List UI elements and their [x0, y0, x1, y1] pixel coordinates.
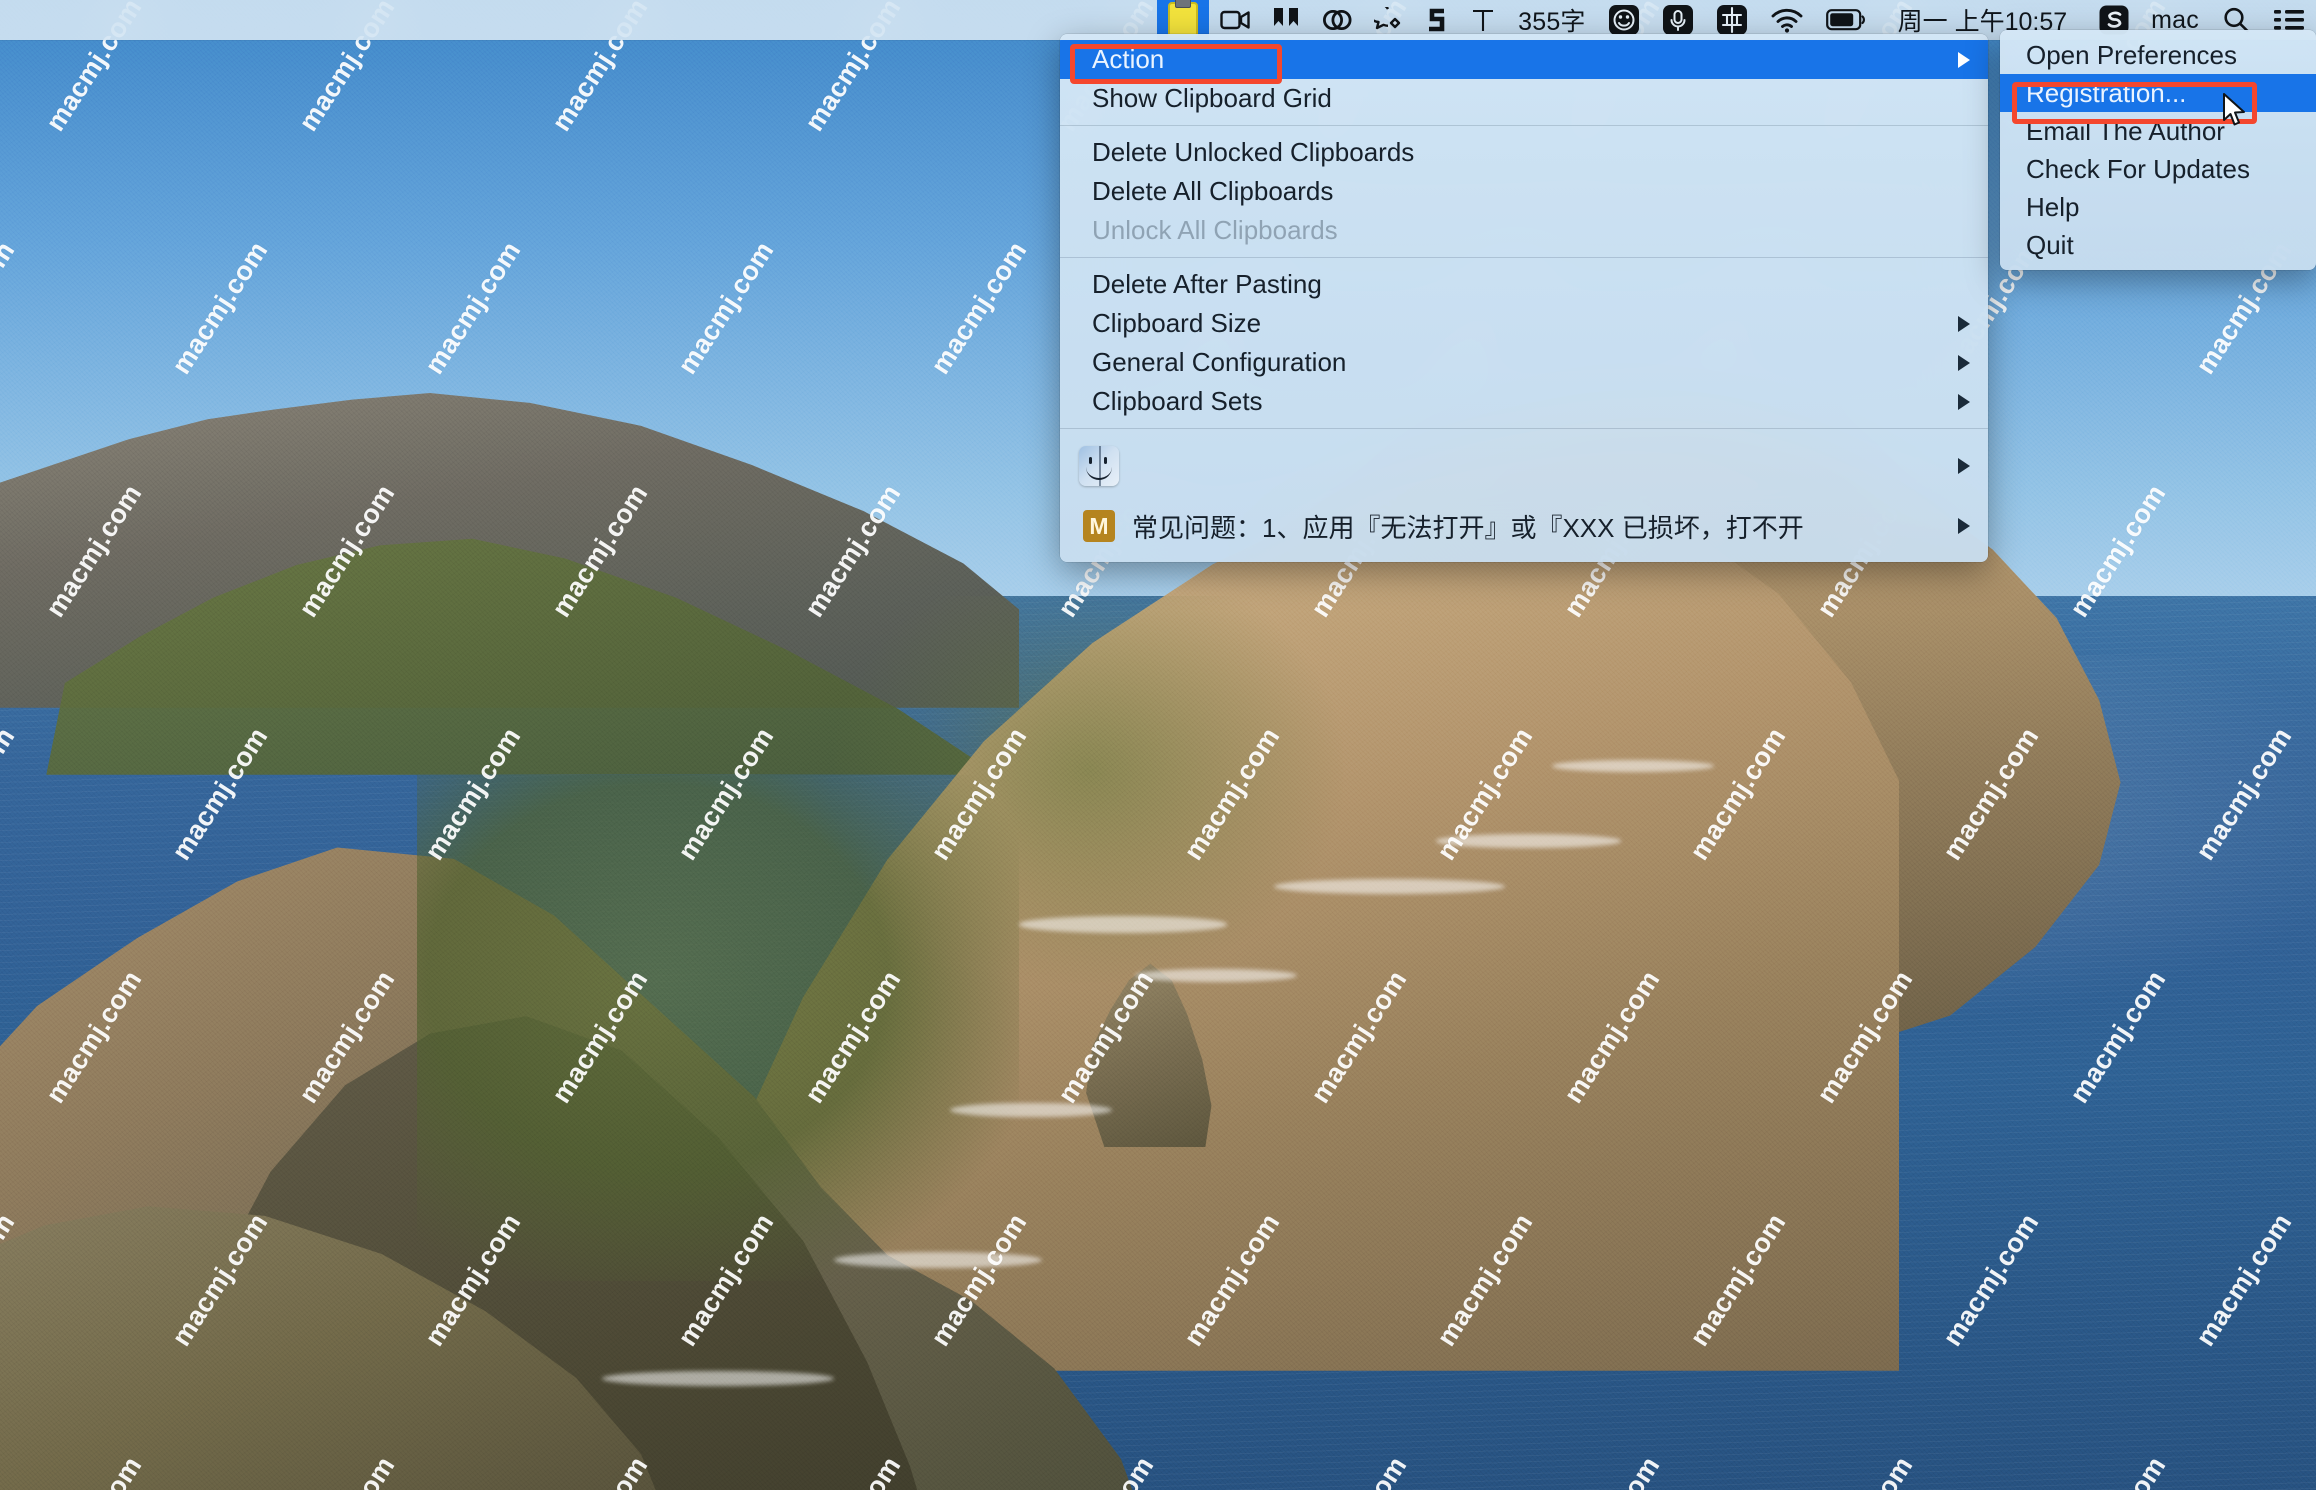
submenu-item[interactable]: Quit: [2000, 226, 2316, 264]
menu-item-label: Clipboard Size: [1092, 308, 1262, 338]
menu-item[interactable]: Clipboard Sets: [1060, 382, 1988, 421]
wallpaper-foam-2: [1134, 968, 1297, 982]
wallpaper-foam-8: [1551, 759, 1714, 772]
chevron-right-icon: [1958, 51, 1970, 68]
submenu-item[interactable]: Email The Author: [2000, 112, 2316, 150]
action-submenu: Open Preferences Registration... Email The…: [2000, 30, 2316, 270]
menu-item[interactable]: Delete After Pasting: [1060, 265, 1988, 304]
screen-record-icon: [1220, 10, 1250, 30]
macmj-m-icon: M: [1076, 509, 1122, 543]
wallpaper-foam-6: [833, 1251, 1043, 1268]
submenu-item-label: Email The Author: [2026, 115, 2225, 146]
battery-icon: [1825, 9, 1865, 31]
wallpaper-foam-7: [602, 1370, 834, 1386]
menu-item-label: Delete Unlocked Clipboards: [1092, 137, 1415, 167]
chevron-right-icon: [1958, 518, 1970, 534]
submenu-item-label: Help: [2026, 191, 2080, 222]
submenu-item[interactable]: Help: [2000, 188, 2316, 226]
submenu-item-label: Registration...: [2026, 77, 2187, 108]
menu-item[interactable]: Action: [1060, 40, 1988, 79]
submenu-item[interactable]: Check For Updates: [2000, 150, 2316, 188]
menu-item-label: Delete All Clipboards: [1092, 176, 1334, 206]
chevron-right-icon: [1958, 354, 1970, 371]
menu-separator: [1060, 257, 1988, 258]
menu-item: Unlock All Clipboards: [1060, 211, 1988, 250]
text-tool-icon: [1473, 9, 1494, 31]
menu-item-label: Show Clipboard Grid: [1092, 83, 1332, 113]
menu-separator: [1060, 428, 1988, 429]
chevron-right-icon: [1958, 458, 1970, 474]
menu-item-label: Unlock All Clipboards: [1092, 215, 1338, 245]
creative-cloud-icon: [1323, 9, 1352, 31]
desktop-root: macmj.com macmj.com macmj.com macmj.com macm…: [0, 0, 2316, 1490]
menu-item[interactable]: Delete All Clipboards: [1060, 172, 1988, 211]
wallpaper-foam-3: [1273, 879, 1506, 894]
menu-item[interactable]: General Configuration: [1060, 343, 1988, 382]
menu-item-label: Action: [1092, 44, 1165, 74]
bookmark-split-icon: [1274, 8, 1299, 26]
menu-item[interactable]: Clipboard Size: [1060, 304, 1988, 343]
emoji-icon: [1608, 5, 1639, 35]
mouse-cursor: [2223, 93, 2245, 126]
chat-bubble-icon: [1374, 7, 1401, 30]
finder-icon: [1076, 446, 1122, 486]
menu-item[interactable]: Delete Unlocked Clipboards: [1060, 133, 1988, 172]
submenu-item-label: Open Preferences: [2026, 39, 2238, 70]
word-count-label: 355字: [1518, 8, 1586, 36]
menu-item-label: Clipboard Sets: [1092, 386, 1263, 416]
wallpaper-foam-1: [1019, 916, 1228, 933]
snipaste-s-icon: [1429, 8, 1445, 32]
chinese-input-icon: [1716, 5, 1747, 35]
menu-item[interactable]: [1060, 436, 1988, 496]
menu-item[interactable]: M 常见问题：1、应用『无法打开』或『XXX 已损坏，打不开: [1060, 496, 1988, 556]
chevron-right-icon: [1958, 315, 1970, 332]
microphone-icon: [1662, 5, 1693, 35]
menu-separator: [1060, 125, 1988, 126]
menu-item-label: 常见问题：1、应用『无法打开』或『XXX 已损坏，打不开: [1132, 512, 1804, 543]
clipboard-icon: [1168, 2, 1199, 38]
submenu-item[interactable]: Registration...: [2000, 74, 2316, 112]
menu-item-label: Delete After Pasting: [1092, 269, 1322, 299]
submenu-item[interactable]: Open Preferences: [2000, 36, 2316, 74]
wallpaper-foam-4: [1435, 834, 1622, 848]
submenu-item-label: Check For Updates: [2026, 153, 2250, 184]
clipboard-main-menu: Action Show Clipboard Grid Delete Unlocked…: [1060, 34, 1988, 562]
menu-item-label: General Configuration: [1092, 347, 1347, 377]
chevron-right-icon: [1958, 393, 1970, 410]
menu-item[interactable]: Show Clipboard Grid: [1060, 79, 1988, 118]
submenu-item-label: Quit: [2026, 229, 2074, 260]
wifi-icon: [1771, 8, 1803, 33]
